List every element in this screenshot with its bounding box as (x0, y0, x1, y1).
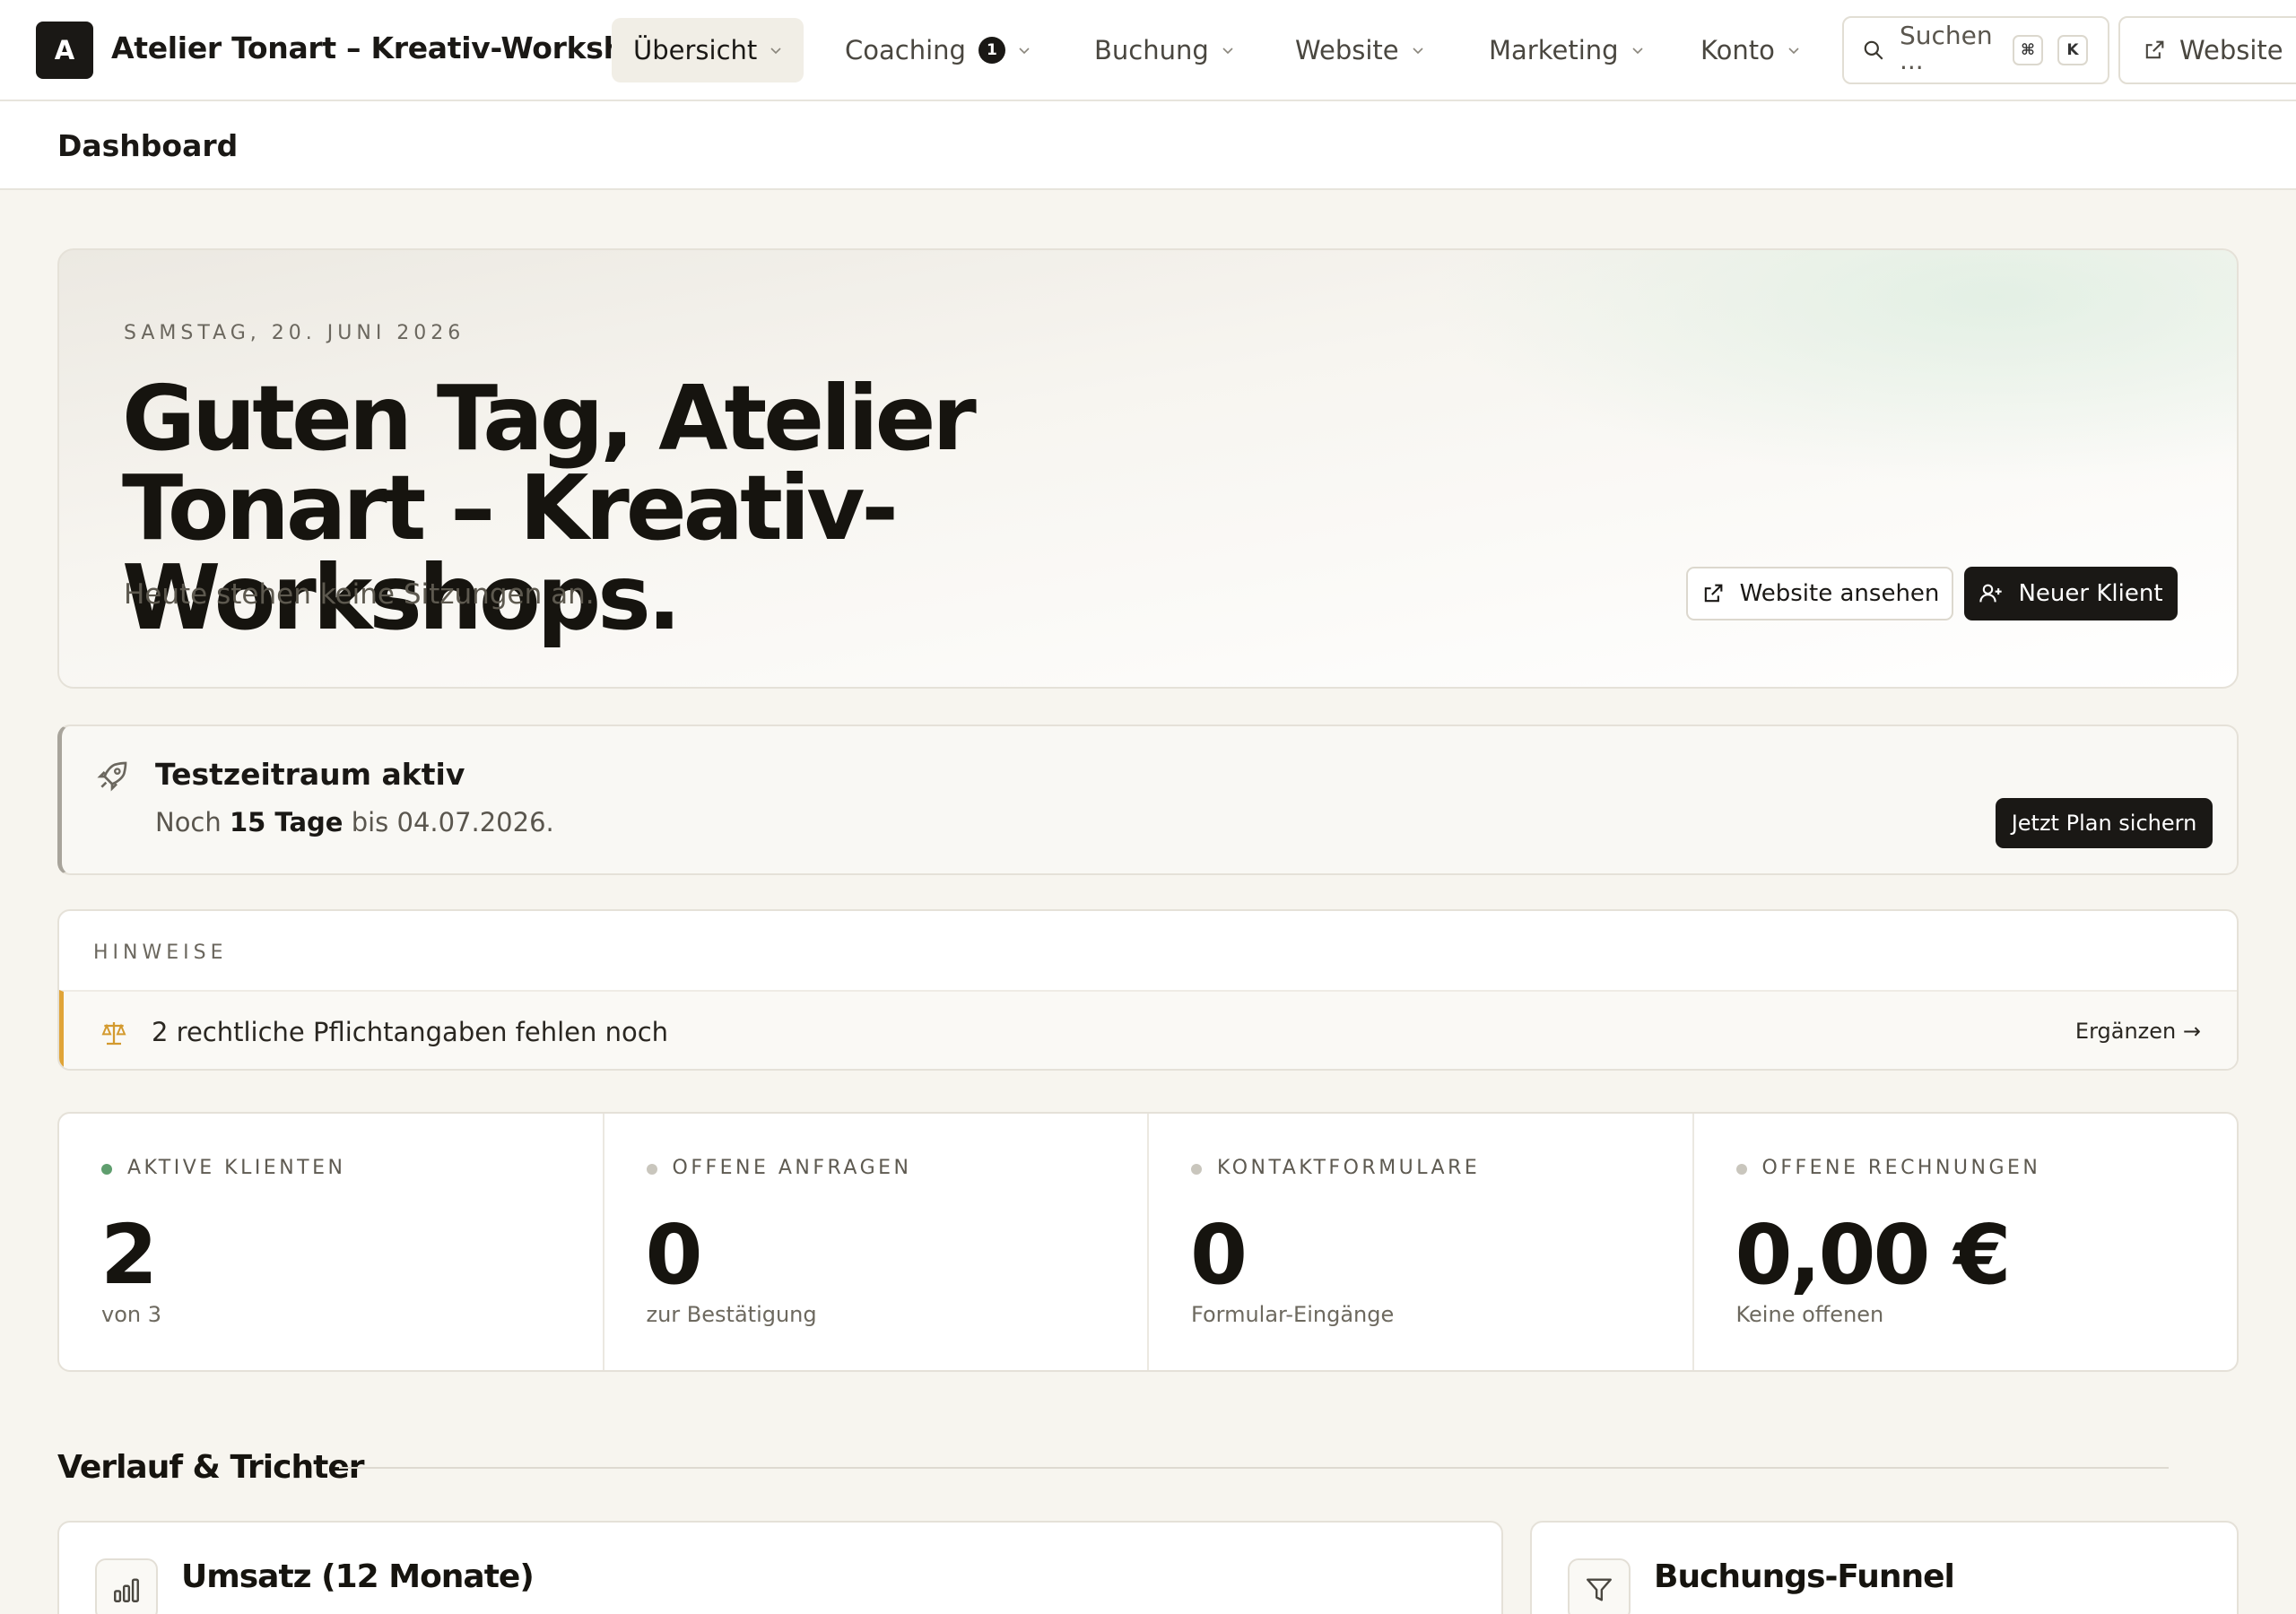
search-icon (1864, 40, 1883, 60)
chevron-down-icon (1788, 48, 1799, 55)
stat-open-requests[interactable]: OFFENE ANFRAGEN 0 zur Bestätigung (604, 1114, 1149, 1370)
top-navigation: A Atelier Tonart – Kreativ-Workshops Übe… (0, 0, 2296, 101)
kbd-command: ⌘ (2013, 35, 2043, 65)
nav-item-buchung[interactable]: Buchung (1073, 18, 1256, 82)
stat-value: 2 (100, 1207, 158, 1303)
stat-contact-forms[interactable]: KONTAKTFORMULARE 0 Formular-Eingänge (1149, 1114, 1694, 1370)
search-label: Suchen ... (1900, 23, 1993, 75)
nav-item-label: Coaching (845, 35, 966, 65)
nav-item-konto[interactable]: Konto (1679, 18, 1822, 82)
current-date: SAMSTAG, 20. JUNI 2026 (124, 322, 465, 344)
brand-name[interactable]: Atelier Tonart – Kreativ-Workshops (111, 30, 683, 65)
external-link-icon (1704, 584, 1722, 603)
status-dot (646, 1164, 657, 1175)
welcome-hero: SAMSTAG, 20. JUNI 2026 Guten Tag, Atelie… (57, 248, 2239, 689)
revenue-card: Umsatz (12 Monate) (57, 1521, 1503, 1614)
trial-text-suffix: bis 04.07.2026. (351, 807, 554, 837)
nav-item-label: Marketing (1489, 35, 1619, 65)
hints-panel: HINWEISE 2 rechtliche Pflichtangaben feh… (57, 909, 2239, 1071)
stats-row: AKTIVE KLIENTEN 2 von 3 OFFENE ANFRAGEN … (57, 1112, 2239, 1372)
chevron-down-icon (1631, 48, 1643, 55)
funnel-icon (1568, 1558, 1631, 1614)
stat-open-invoices[interactable]: OFFENE RECHNUNGEN 0,00 € Keine offenen (1694, 1114, 2238, 1370)
chevron-down-icon (770, 48, 781, 55)
nav-item-website[interactable]: Website (1274, 18, 1446, 82)
nav-item-label: Buchung (1094, 35, 1209, 65)
status-dot (101, 1164, 112, 1175)
stat-value: 0 (645, 1207, 703, 1303)
brand-logo[interactable]: A (36, 22, 93, 79)
trial-title: Testzeitraum aktiv (155, 757, 465, 792)
stat-subtext: von 3 (101, 1302, 161, 1327)
secure-plan-button[interactable]: Jetzt Plan sichern (1996, 798, 2213, 848)
stat-label: OFFENE RECHNUNGEN (1761, 1157, 2041, 1179)
hints-heading: HINWEISE (93, 941, 228, 964)
section-title: Verlauf & Trichter (57, 1449, 364, 1486)
rocket-icon (97, 761, 127, 792)
hint-item[interactable]: 2 rechtliche Pflichtangaben fehlen noch … (59, 990, 2237, 1069)
nav-item-label: Übersicht (633, 35, 758, 65)
search-button[interactable]: Suchen ... ⌘ K (1842, 16, 2109, 84)
status-dot (1735, 1164, 1747, 1175)
external-website-label: Website (2179, 35, 2283, 65)
trial-days-left: 15 Tage (229, 807, 344, 837)
stat-value: 0 (1190, 1207, 1248, 1303)
card-title: Umsatz (12 Monate) (181, 1558, 535, 1595)
kbd-k: K (2057, 35, 2088, 65)
trial-remaining-text: Noch 15 Tage bis 04.07.2026. (155, 807, 554, 837)
stat-active-clients[interactable]: AKTIVE KLIENTEN 2 von 3 (59, 1114, 604, 1370)
nav-item-label: Website (1295, 35, 1399, 65)
stat-subtext: Formular-Eingänge (1191, 1302, 1395, 1327)
card-title: Buchungs-Funnel (1654, 1558, 1955, 1595)
page-subheader: Dashboard (0, 101, 2296, 190)
new-client-button[interactable]: Neuer Klient (1964, 567, 2178, 620)
complete-link[interactable]: Ergänzen → (2075, 1019, 2201, 1044)
stat-label: KONTAKTFORMULARE (1217, 1157, 1481, 1179)
status-dot (1191, 1164, 1202, 1175)
external-website-link[interactable]: Website (2118, 16, 2296, 84)
stat-label: AKTIVE KLIENTEN (127, 1157, 346, 1179)
scale-icon (101, 1022, 126, 1046)
trial-text-prefix: Noch (155, 807, 222, 837)
nav-item-label: Konto (1700, 35, 1775, 65)
bar-chart-icon (95, 1558, 158, 1614)
nav-item-coaching[interactable]: Coaching 1 (823, 18, 1052, 82)
stat-subtext: zur Bestätigung (646, 1302, 817, 1327)
stat-subtext: Keine offenen (1735, 1302, 1884, 1327)
stat-label: OFFENE ANFRAGEN (672, 1157, 912, 1179)
section-divider (339, 1467, 2169, 1469)
trial-banner: Testzeitraum aktiv Noch 15 Tage bis 04.0… (57, 725, 2239, 875)
new-client-label: Neuer Klient (2018, 580, 2163, 607)
chevron-down-icon (1019, 48, 1030, 55)
view-website-label: Website ansehen (1739, 580, 1940, 607)
chevron-down-icon (1413, 48, 1423, 55)
user-plus-icon (1979, 584, 2003, 603)
stat-value: 0,00 € (1735, 1207, 2012, 1303)
nav-item-marketing[interactable]: Marketing (1467, 18, 1665, 82)
nav-item-uebersicht[interactable]: Übersicht (612, 18, 804, 82)
hint-text: 2 rechtliche Pflichtangaben fehlen noch (152, 1017, 669, 1047)
booking-funnel-card: Buchungs-Funnel (1530, 1521, 2239, 1614)
chevron-down-icon (1222, 48, 1233, 55)
view-website-button[interactable]: Website ansehen (1686, 567, 1953, 620)
notification-badge: 1 (978, 37, 1005, 64)
hero-subtitle: Heute stehen keine Sitzungen an. (124, 578, 595, 611)
external-link-icon (2145, 40, 2164, 59)
breadcrumb: Dashboard (57, 128, 239, 163)
